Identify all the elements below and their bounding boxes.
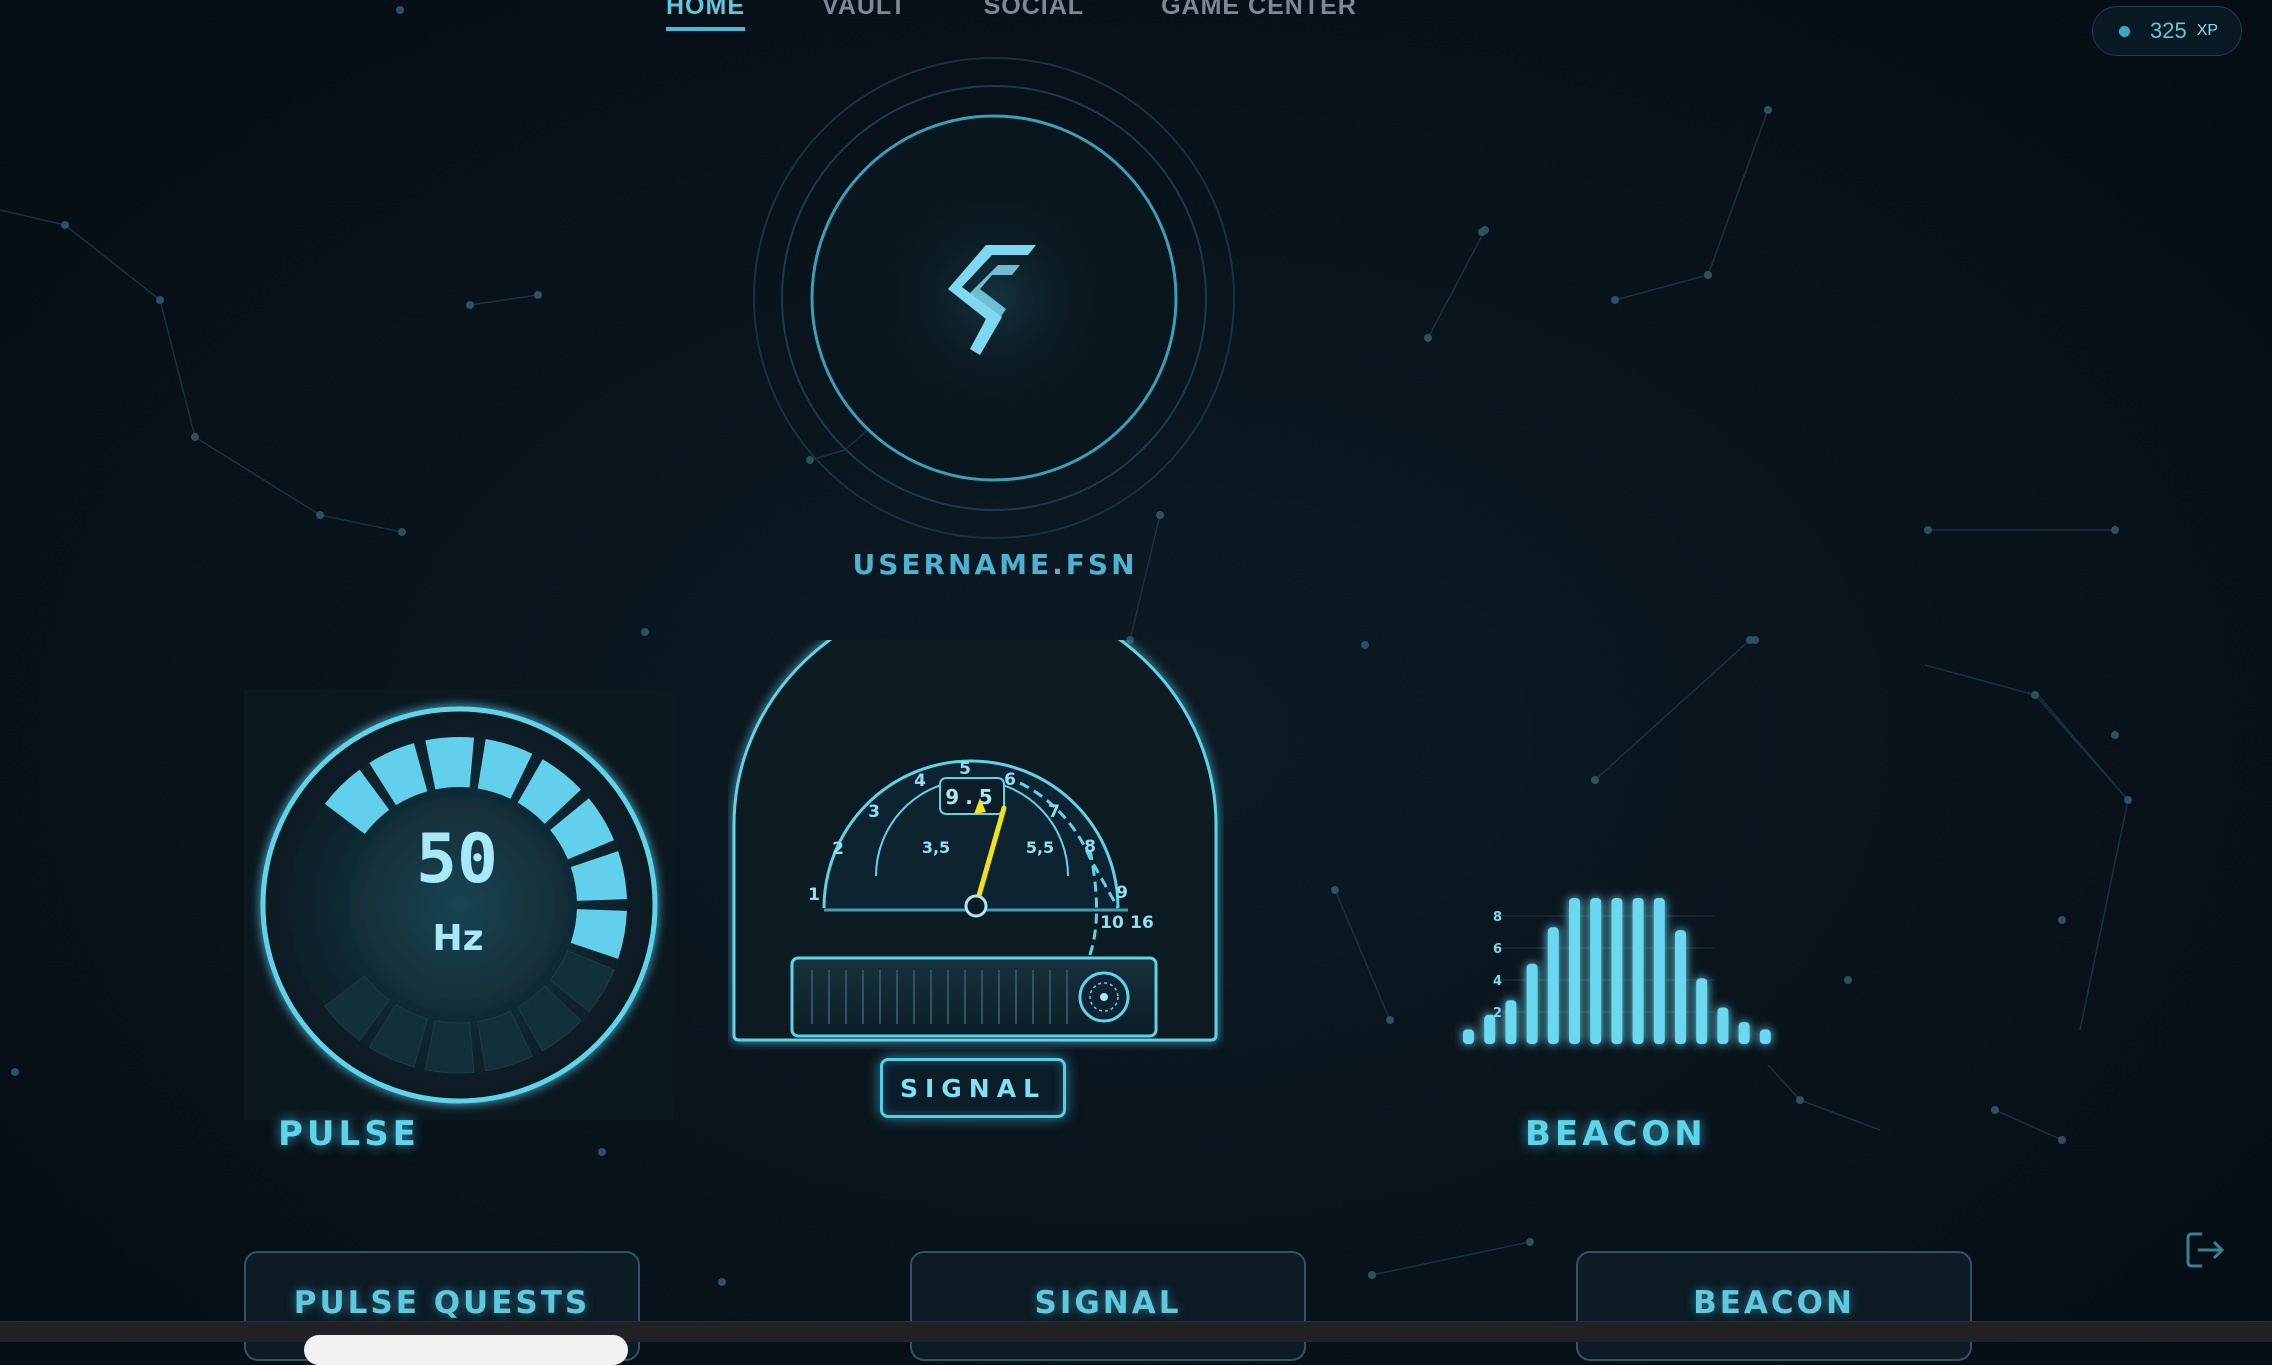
- tab-social[interactable]: SOCIAL: [984, 0, 1084, 31]
- beacon-card[interactable]: BEACON: [1576, 1251, 1972, 1361]
- beacon-bar: [1632, 898, 1644, 1044]
- pulse-unit: Hz: [432, 918, 483, 959]
- signal-tick-label: 6: [1004, 770, 1016, 790]
- tab-vault[interactable]: VAULT: [822, 0, 907, 31]
- xp-unit: XP: [2196, 22, 2219, 39]
- beacon-bar: [1547, 927, 1559, 1044]
- needle-pivot: [964, 894, 988, 918]
- beacon-bar: [1484, 1014, 1496, 1044]
- username: USERNAME.FSN: [852, 548, 1138, 581]
- beacon-bar: [1505, 1000, 1517, 1044]
- signal-tick-label: 4: [914, 771, 926, 791]
- beacon-axis-label: 8: [1493, 910, 1502, 925]
- signal-inner-tick-label: 5,5: [1026, 838, 1054, 857]
- beacon-bar: [1696, 978, 1708, 1044]
- xp-badge[interactable]: 325 XP: [2092, 6, 2242, 56]
- signal-tick-label: 2: [832, 839, 844, 859]
- beacon-meter[interactable]: 8642: [1455, 880, 1795, 1060]
- beacon-axis-label: 4: [1493, 974, 1502, 989]
- signal-tick-label: 3: [868, 802, 880, 822]
- profile-avatar[interactable]: [745, 55, 1245, 555]
- top-nav: HOME VAULT SOCIAL GAME CENTER: [666, 0, 1357, 31]
- pulse-label: PULSE: [278, 1114, 420, 1154]
- beacon-bar: [1569, 898, 1580, 1044]
- signal-tick-label: 10: [1100, 913, 1124, 933]
- tab-home[interactable]: HOME: [666, 0, 745, 31]
- signal-inner-tick-label: 3,5: [922, 838, 950, 857]
- beacon-bar: [1463, 1029, 1474, 1044]
- signal-tick-label: 5: [959, 759, 971, 779]
- beacon-axis-label: 6: [1493, 942, 1502, 957]
- signal-tick-label: 9: [1116, 883, 1128, 903]
- signal-button[interactable]: SIGNAL: [880, 1058, 1066, 1118]
- pulse-value: 50: [416, 820, 498, 899]
- signal-tick-label: 1: [808, 885, 820, 905]
- logout-icon[interactable]: [2184, 1228, 2228, 1272]
- signal-tick-label: 7: [1048, 802, 1060, 822]
- beacon-bar: [1653, 898, 1665, 1044]
- beacon-bar: [1759, 1029, 1771, 1044]
- beacon-bar: [1717, 1007, 1729, 1044]
- beacon-bar: [1738, 1022, 1750, 1044]
- signal-card[interactable]: SIGNAL: [910, 1251, 1306, 1361]
- signal-tick-label: 16: [1130, 913, 1154, 933]
- pulse-dial[interactable]: 50 Hz: [244, 690, 674, 1120]
- os-taskbar: [0, 1321, 2272, 1365]
- tab-game-center[interactable]: GAME CENTER: [1161, 0, 1357, 31]
- xp-value: 325: [2150, 18, 2187, 43]
- beacon-bar: [1611, 898, 1623, 1044]
- beacon-label: BEACON: [1525, 1114, 1707, 1154]
- signal-tick-label: 8: [1084, 837, 1096, 857]
- signal-readout: 9.5: [945, 785, 998, 809]
- signal-gauge[interactable]: 1 2 3 4 5 6 7 8 9 10 16 3,5 5,5 9.5: [728, 640, 1224, 1050]
- beacon-bar: [1526, 963, 1538, 1044]
- beacon-bar: [1675, 930, 1686, 1044]
- beacon-bar: [1590, 898, 1602, 1044]
- status-dot-icon: [2119, 25, 2130, 37]
- taskbar-search[interactable]: [304, 1335, 628, 1365]
